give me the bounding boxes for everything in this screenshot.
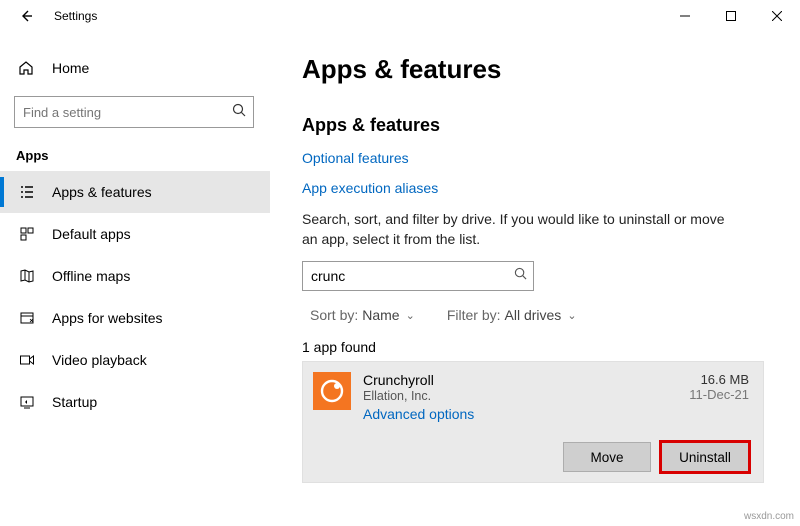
- filter-value: All drives: [505, 307, 562, 323]
- map-icon: [18, 267, 36, 285]
- search-input[interactable]: [14, 96, 254, 128]
- back-button[interactable]: [10, 0, 42, 32]
- result-count: 1 app found: [302, 339, 770, 355]
- app-publisher: Ellation, Inc.: [363, 389, 677, 403]
- optional-features-link[interactable]: Optional features: [302, 150, 770, 166]
- sidebar-item-label: Apps for websites: [52, 310, 163, 326]
- section-title: Apps & features: [302, 115, 770, 136]
- sort-value: Name: [362, 307, 399, 323]
- chevron-down-icon: ⌄: [406, 309, 415, 322]
- sidebar-item-label: Offline maps: [52, 268, 130, 284]
- app-name: Crunchyroll: [363, 372, 677, 388]
- app-icon: [313, 372, 351, 410]
- close-button[interactable]: [754, 0, 800, 32]
- websites-icon: [18, 309, 36, 327]
- sidebar-item-default-apps[interactable]: Default apps: [0, 213, 270, 255]
- sidebar-search: [14, 96, 254, 128]
- sidebar-item-startup[interactable]: Startup: [0, 381, 270, 423]
- sidebar-item-label: Default apps: [52, 226, 131, 242]
- sort-by-control[interactable]: Sort by: Name ⌄: [310, 307, 415, 323]
- app-size: 16.6 MB: [689, 372, 749, 387]
- minimize-icon: [680, 11, 690, 21]
- maximize-button[interactable]: [708, 0, 754, 32]
- window-title: Settings: [54, 9, 97, 23]
- sort-filter-row: Sort by: Name ⌄ Filter by: All drives ⌄: [302, 307, 770, 323]
- page-title: Apps & features: [302, 54, 770, 85]
- chevron-down-icon: ⌄: [567, 309, 576, 322]
- window-controls: [662, 0, 800, 32]
- app-search: [302, 261, 534, 291]
- search-icon: [514, 267, 527, 280]
- sidebar-item-offline-maps[interactable]: Offline maps: [0, 255, 270, 297]
- uninstall-button[interactable]: Uninstall: [661, 442, 749, 472]
- app-card[interactable]: Crunchyroll Ellation, Inc. Advanced opti…: [302, 361, 764, 483]
- close-icon: [772, 11, 782, 21]
- crunchyroll-icon: [319, 378, 345, 404]
- search-icon: [232, 103, 246, 117]
- app-search-input[interactable]: [302, 261, 534, 291]
- sidebar-item-label: Startup: [52, 394, 97, 410]
- defaults-icon: [18, 225, 36, 243]
- help-text: Search, sort, and filter by drive. If yo…: [302, 210, 732, 249]
- sidebar-item-apps-websites[interactable]: Apps for websites: [0, 297, 270, 339]
- maximize-icon: [726, 11, 736, 21]
- list-icon: [18, 183, 36, 201]
- sidebar: Home Apps Apps & features Default apps: [0, 32, 270, 526]
- section-header: Apps: [16, 148, 270, 163]
- sidebar-item-label: Video playback: [52, 352, 147, 368]
- home-label: Home: [52, 60, 89, 76]
- titlebar: Settings: [0, 0, 800, 32]
- advanced-options-link[interactable]: Advanced options: [363, 406, 474, 422]
- home-button[interactable]: Home: [0, 50, 270, 86]
- sort-label: Sort by:: [310, 307, 358, 323]
- minimize-button[interactable]: [662, 0, 708, 32]
- sidebar-item-label: Apps & features: [52, 184, 152, 200]
- watermark: wsxdn.com: [744, 511, 794, 522]
- startup-icon: [18, 393, 36, 411]
- filter-label: Filter by:: [447, 307, 501, 323]
- home-icon: [18, 60, 36, 76]
- filter-by-control[interactable]: Filter by: All drives ⌄: [447, 307, 577, 323]
- app-execution-aliases-link[interactable]: App execution aliases: [302, 180, 770, 196]
- move-button[interactable]: Move: [563, 442, 651, 472]
- sidebar-item-apps-features[interactable]: Apps & features: [0, 171, 270, 213]
- arrow-left-icon: [19, 9, 33, 23]
- sidebar-item-video-playback[interactable]: Video playback: [0, 339, 270, 381]
- video-icon: [18, 351, 36, 369]
- main-content: Apps & features Apps & features Optional…: [270, 32, 800, 526]
- app-date: 11-Dec-21: [689, 387, 749, 402]
